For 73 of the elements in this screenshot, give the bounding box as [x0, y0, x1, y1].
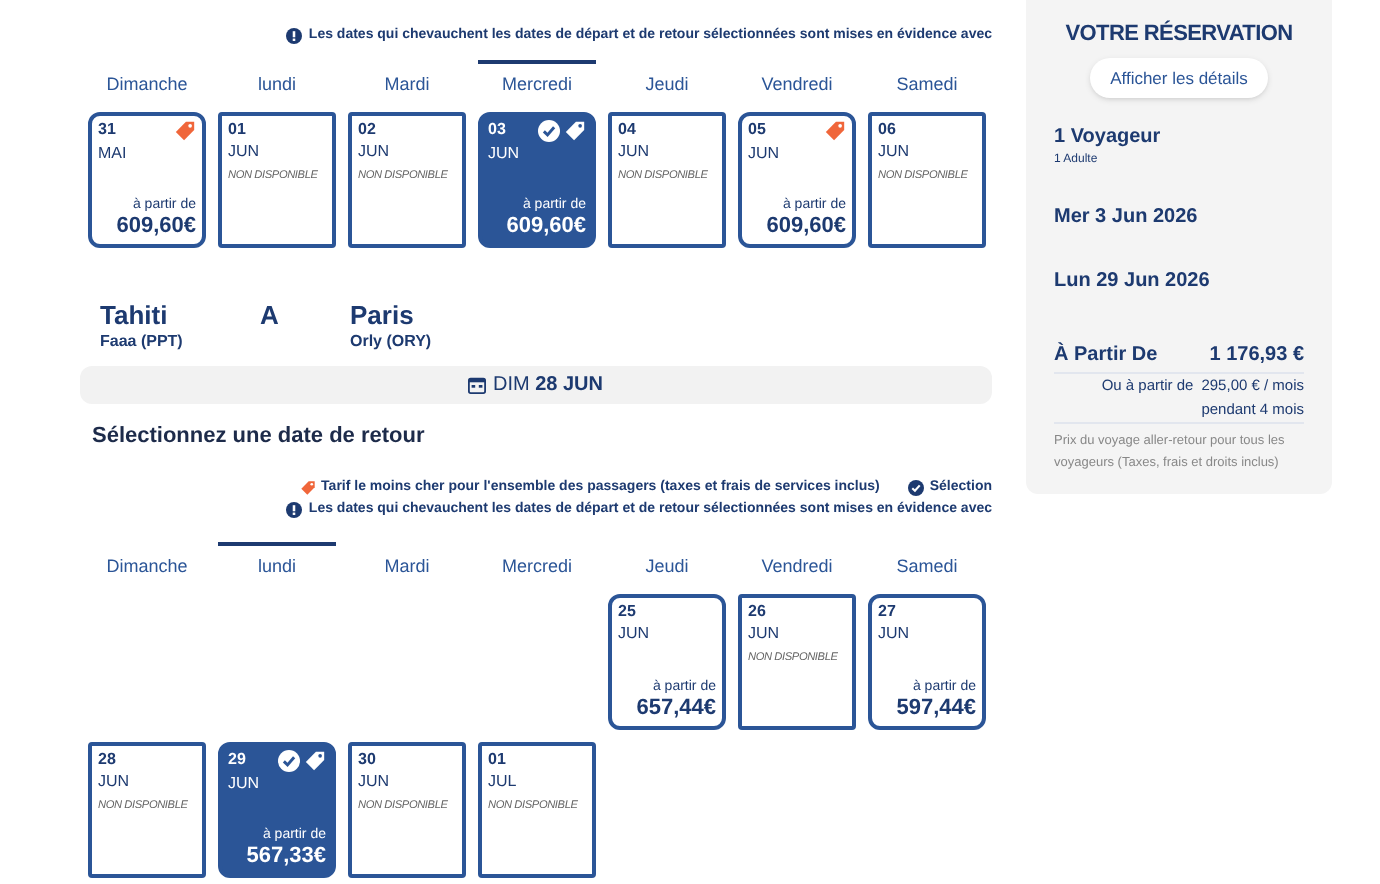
month-label: JUL [488, 772, 517, 792]
tag-icon [174, 120, 196, 142]
day-number: 25 [618, 602, 636, 622]
weekday-tab[interactable]: Samedi [868, 59, 986, 104]
day-number: 31 [98, 120, 116, 140]
weekday-tab[interactable]: lundi [218, 541, 336, 586]
weekday-tab[interactable]: Samedi [868, 541, 986, 586]
section-heading: Sélectionnez une date de retour [92, 422, 427, 452]
month-label: JUN [358, 772, 390, 792]
destination-city: Paris [350, 300, 416, 330]
panel-title: VOTRE RÉSERVATION [1063, 18, 1295, 50]
day-number: 01 [488, 750, 506, 770]
tag-icon [304, 750, 326, 772]
weekday-tab[interactable]: lundi [218, 59, 336, 104]
check-icon [538, 120, 560, 142]
month-label: JUN [748, 144, 780, 164]
check-icon [278, 750, 300, 772]
price: 609,60€ [116, 214, 196, 240]
price: 567,33€ [246, 844, 326, 870]
details-button[interactable]: Afficher les détails [1090, 57, 1268, 99]
outbound-date: Mer 3 Jun 2026 [1054, 204, 1200, 233]
origin-airport: Faaa (PPT) [100, 330, 185, 354]
day-number: 26 [748, 602, 766, 622]
price: 609,60€ [766, 214, 846, 240]
day-number: 27 [878, 602, 896, 622]
weekday-tab[interactable]: Mercredi [478, 541, 596, 586]
day-number: 04 [618, 120, 636, 140]
weekday-tab[interactable]: Vendredi [738, 59, 856, 104]
tag-icon [564, 120, 586, 142]
weekday-tab[interactable]: Dimanche [88, 59, 206, 104]
return-date: Lun 29 Jun 2026 [1054, 268, 1212, 297]
day-number: 02 [358, 120, 376, 140]
weekday-tab[interactable]: Mardi [348, 541, 466, 586]
price-label: À Partir De [1054, 340, 1158, 371]
day-number: 06 [878, 120, 896, 140]
month-label: JUN [618, 142, 650, 162]
weekday-tab[interactable]: Vendredi [738, 541, 856, 586]
month-label: JUN [98, 772, 130, 792]
weekday-tab[interactable]: Dimanche [88, 541, 206, 586]
total-price: 1 176,93 € [1209, 342, 1304, 371]
month-label: JUN [488, 144, 520, 164]
price: 609,60€ [506, 214, 586, 240]
info-icon [286, 28, 303, 45]
day-number: 30 [358, 750, 376, 770]
destination-airport: Orly (ORY) [350, 330, 432, 354]
tag-icon [299, 479, 316, 496]
weekday-tab[interactable]: Mercredi [478, 59, 596, 104]
day-number: 05 [748, 120, 766, 140]
route-separator: A [260, 300, 281, 334]
price: 657,44€ [636, 696, 716, 722]
month-label: JUN [878, 624, 910, 644]
price: 597,44€ [896, 696, 976, 722]
selected-date: DIM 28 JUN [492, 372, 603, 400]
month-label: JUN [748, 624, 780, 644]
calendar-icon [468, 376, 487, 394]
weekday-tab[interactable]: Jeudi [608, 59, 726, 104]
info-icon [286, 502, 303, 519]
day-number: 03 [488, 120, 506, 140]
weekday-tab[interactable]: Mardi [348, 59, 466, 104]
travellers: 1 Voyageur [1054, 124, 1163, 153]
origin-city: Tahiti [100, 300, 170, 330]
tag-icon [824, 120, 846, 142]
check-icon [907, 479, 924, 496]
month-label: JUN [358, 142, 390, 162]
month-label: JUN [228, 142, 260, 162]
day-number: 29 [228, 750, 246, 770]
month-label: MAI [98, 144, 127, 164]
day-number: 01 [228, 120, 246, 140]
weekday-tab[interactable]: Jeudi [608, 541, 726, 586]
month-label: JUN [878, 142, 910, 162]
month-label: JUN [228, 774, 260, 794]
month-label: JUN [618, 624, 650, 644]
day-number: 28 [98, 750, 116, 770]
